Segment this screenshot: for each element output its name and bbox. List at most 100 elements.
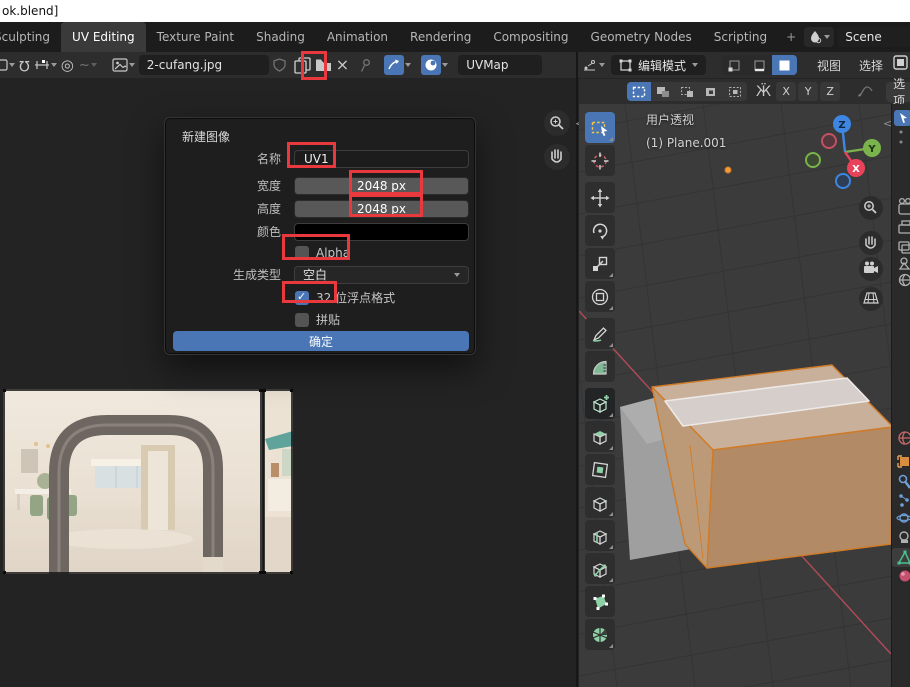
image-name-field[interactable]: 2-cufang.jpg — [139, 55, 269, 75]
edge-select-button[interactable] — [747, 55, 772, 75]
viewport-canvas[interactable]: Z Y X < — [579, 104, 891, 687]
tab-rendering[interactable]: Rendering — [399, 22, 482, 52]
tab-texture-paint[interactable]: Texture Paint — [146, 22, 245, 52]
tool-inset-faces[interactable] — [585, 454, 615, 485]
pan-gizmo — [544, 144, 570, 170]
ok-button[interactable]: 确定 — [173, 331, 469, 351]
tab-scripting[interactable]: Scripting — [703, 22, 778, 52]
snap-target-button[interactable] — [34, 55, 57, 75]
shield-fake-user-icon[interactable] — [273, 58, 286, 72]
tab-material[interactable] — [900, 571, 910, 582]
snap-magnet-icon[interactable]: Ω — [19, 58, 30, 72]
properties-editor-icon[interactable] — [893, 55, 908, 70]
tool-transform[interactable] — [585, 281, 615, 312]
tab-constraints[interactable] — [900, 532, 908, 543]
generated-type-dropdown[interactable]: 空白 — [294, 266, 469, 284]
mesh-symmetry-icon[interactable]: Ӝ — [756, 85, 771, 99]
height-slider[interactable]: 2048 px — [294, 200, 469, 218]
add-workspace-button[interactable]: + — [778, 22, 804, 52]
width-slider[interactable]: 2048 px — [294, 177, 469, 195]
gizmo-x-label: X — [852, 164, 860, 175]
tool-knife[interactable] — [585, 553, 615, 584]
tool-cursor[interactable] — [585, 145, 615, 176]
camera-view-gizmo — [859, 257, 883, 281]
scene-browse-button[interactable] — [804, 27, 834, 47]
tab-animation[interactable]: Animation — [316, 22, 399, 52]
tab-compositing[interactable]: Compositing — [482, 22, 579, 52]
tab-uv-editing[interactable]: UV Editing — [61, 22, 146, 52]
tool-extrude-region[interactable] — [585, 421, 615, 452]
pin-icon[interactable] — [359, 58, 372, 73]
tool-spin[interactable] — [585, 619, 615, 650]
tool-box-select[interactable] — [585, 112, 615, 143]
name-input[interactable]: UV1 — [294, 150, 469, 168]
tool-move[interactable] — [585, 182, 615, 213]
tab-scene[interactable] — [900, 258, 909, 269]
proportional-falloff-icon[interactable] — [857, 85, 873, 98]
falloff-curve-button[interactable]: ~ — [78, 55, 98, 75]
tiled-checkbox[interactable] — [295, 313, 309, 327]
menu-view[interactable]: 视图 — [811, 57, 847, 74]
select-mode-set-button[interactable] — [627, 82, 651, 101]
chevron-down-icon — [129, 63, 135, 67]
tool-loop-cut[interactable] — [585, 520, 615, 551]
select-mode-extend-button[interactable] — [651, 82, 675, 101]
float32-label: 32 位浮点格式 — [316, 289, 395, 306]
select-mode-invert-button[interactable] — [699, 82, 723, 101]
tab-modifiers[interactable] — [900, 476, 910, 489]
face-select-button[interactable] — [772, 55, 797, 75]
tab-world-red[interactable] — [899, 432, 910, 444]
tab-geometry-nodes[interactable]: Geometry Nodes — [580, 22, 703, 52]
mirror-y-toggle[interactable]: Y — [798, 82, 818, 101]
tool-annotate[interactable] — [585, 318, 615, 349]
new-image-dialog: 新建图像 名称 UV1 宽度 2048 px 高度 2048 px 颜色 Alp — [165, 118, 475, 354]
uv-nav-gizmos[interactable]: < — [538, 110, 580, 174]
scene-name-field[interactable]: Scene — [837, 27, 910, 47]
viewport-nav-buttons[interactable] — [859, 196, 883, 311]
editor-type-button[interactable] — [0, 55, 15, 75]
select-mode-subtract-button[interactable] — [675, 82, 699, 101]
tab-world[interactable] — [900, 275, 910, 286]
proportional-editing-icon[interactable]: ◎ — [61, 58, 74, 73]
display-channels-toggle[interactable] — [421, 55, 441, 75]
tab-output[interactable] — [899, 221, 910, 233]
transform-pivot-button[interactable] — [582, 55, 605, 75]
tab-sculpting[interactable]: Sculpting — [0, 22, 61, 52]
tab-particles[interactable] — [899, 494, 909, 507]
generated-type-label: 生成类型 — [166, 266, 289, 283]
chevron-down-icon[interactable] — [442, 63, 448, 67]
unlink-image-icon[interactable]: × — [336, 57, 349, 73]
tool-scale[interactable] — [585, 248, 615, 279]
mirror-z-toggle[interactable]: Z — [820, 82, 840, 101]
height-value: 2048 px — [357, 202, 406, 216]
float32-checkbox[interactable] — [295, 291, 309, 305]
menu-select[interactable]: 选择 — [853, 57, 889, 74]
new-image-icon[interactable] — [294, 57, 311, 74]
mirror-x-toggle[interactable]: X — [776, 82, 796, 101]
tool-bevel[interactable] — [585, 487, 615, 518]
tool-rotate[interactable] — [585, 215, 615, 246]
tab-view-layer[interactable] — [899, 242, 910, 253]
tool-poly-build[interactable] — [585, 586, 615, 617]
select-mode-intersect-button[interactable] — [723, 82, 747, 101]
selected-box — [652, 365, 891, 568]
chevron-down-icon[interactable] — [405, 63, 411, 67]
uv-sync-select-toggle[interactable] — [384, 55, 404, 75]
vertex-select-button[interactable] — [722, 55, 747, 75]
view-axis-gizmo[interactable]: Z Y X — [806, 115, 881, 188]
color-swatch[interactable] — [294, 223, 469, 241]
tool-measure[interactable] — [585, 351, 615, 382]
uv-map-field[interactable]: UVMap — [458, 55, 542, 75]
alpha-checkbox[interactable] — [295, 246, 309, 260]
options-dropdown[interactable]: 选项 — [886, 82, 910, 102]
mode-dropdown[interactable]: 编辑模式 — [611, 55, 706, 75]
tab-object[interactable] — [898, 456, 909, 467]
tab-render[interactable] — [899, 199, 910, 214]
tool-add-cube[interactable] — [585, 388, 615, 419]
alpha-row: Alpha — [166, 243, 476, 262]
tab-physics[interactable] — [897, 514, 910, 522]
open-image-folder-icon[interactable] — [315, 58, 332, 72]
uv-image-preview[interactable] — [3, 389, 293, 574]
tab-shading[interactable]: Shading — [245, 22, 316, 52]
browse-image-button[interactable] — [112, 55, 135, 75]
